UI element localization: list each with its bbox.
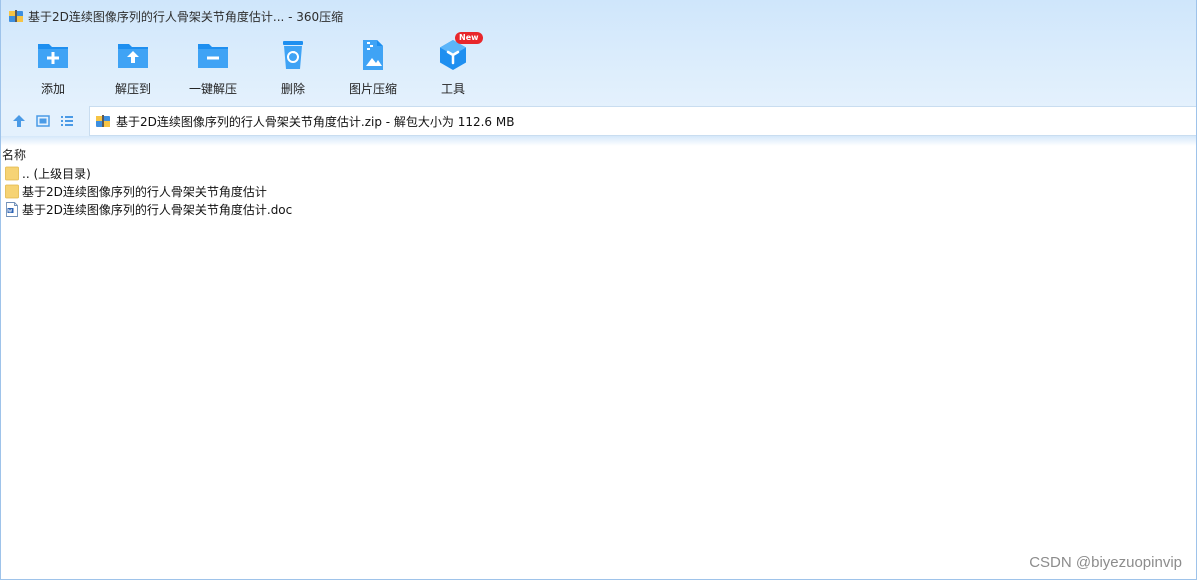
column-header-name[interactable]: 名称 (1, 146, 1196, 164)
address-row: 基于2D连续图像序列的行人骨架关节角度估计.zip - 解包大小为 112.6 … (1, 106, 1196, 136)
file-name: .. (上级目录) (22, 166, 91, 181)
list-view-icon (61, 116, 73, 126)
new-badge: New (455, 32, 483, 44)
thumbnail-view-button[interactable] (31, 106, 55, 136)
trash-icon (283, 41, 303, 69)
tools-button[interactable]: New 工具 (413, 32, 493, 97)
list-item-parent-folder[interactable]: .. (上级目录) (1, 164, 1196, 182)
extract-to-icon (118, 44, 148, 68)
list-header-divider (1, 136, 1196, 146)
app-window: 基于2D连续图像序列的行人骨架关节角度估计... - 360压缩 添加 解压到 … (0, 0, 1197, 580)
address-text: 基于2D连续图像序列的行人骨架关节角度估计.zip - 解包大小为 112.6 … (116, 114, 515, 129)
extract-to-button[interactable]: 解压到 (93, 36, 173, 97)
tools-label: 工具 (440, 82, 465, 96)
file-list: 名称 .. (上级目录) 基于2D连续图像序列的行人骨架关节角度估计 基于2D连… (1, 146, 1196, 218)
delete-label: 删除 (280, 82, 305, 96)
zip-file-icon (96, 115, 110, 127)
toolbar: 添加 解压到 一键解压 删除 图片压缩 New 工具 (1, 32, 1196, 100)
image-compress-label: 图片压缩 (348, 82, 397, 96)
one-click-extract-button[interactable]: 一键解压 (173, 36, 253, 97)
word-doc-icon (6, 201, 18, 217)
up-level-button[interactable] (7, 106, 31, 136)
one-click-extract-label: 一键解压 (188, 82, 237, 96)
one-click-extract-icon (198, 44, 228, 68)
archive-app-icon (9, 10, 23, 22)
watermark: CSDN @biyezuopinvip (1029, 554, 1182, 571)
add-button[interactable]: 添加 (13, 36, 93, 97)
title-bar: 基于2D连续图像序列的行人骨架关节角度估计... - 360压缩 (1, 0, 1196, 32)
list-item-doc-file[interactable]: 基于2D连续图像序列的行人骨架关节角度估计.doc (1, 200, 1196, 218)
window-title: 基于2D连续图像序列的行人骨架关节角度估计... - 360压缩 (28, 9, 344, 24)
folder-icon (5, 166, 19, 180)
file-name: 基于2D连续图像序列的行人骨架关节角度估计.doc (22, 202, 293, 217)
arrow-up-icon (13, 115, 25, 127)
image-compress-icon (363, 40, 383, 70)
list-view-button[interactable] (55, 106, 79, 136)
thumbnail-view-icon (36, 115, 50, 127)
add-folder-icon (38, 44, 68, 68)
delete-button[interactable]: 删除 (253, 36, 333, 97)
tools-icon-wrap: New (436, 32, 483, 72)
image-compress-button[interactable]: 图片压缩 (333, 36, 413, 97)
extract-to-label: 解压到 (114, 82, 151, 96)
file-name: 基于2D连续图像序列的行人骨架关节角度估计 (22, 184, 267, 199)
list-item-folder[interactable]: 基于2D连续图像序列的行人骨架关节角度估计 (1, 182, 1196, 200)
header-area: 基于2D连续图像序列的行人骨架关节角度估计... - 360压缩 添加 解压到 … (1, 0, 1196, 106)
address-bar[interactable]: 基于2D连续图像序列的行人骨架关节角度估计.zip - 解包大小为 112.6 … (89, 106, 1196, 136)
folder-icon (5, 184, 19, 198)
add-label: 添加 (40, 82, 65, 96)
